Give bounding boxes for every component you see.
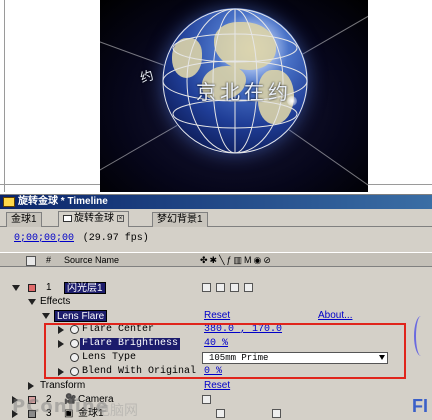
fx-switch[interactable] — [202, 283, 211, 292]
layer-name[interactable]: 闪光层1 — [64, 282, 106, 294]
label-color-swatch[interactable] — [28, 284, 36, 292]
transform-group-row[interactable]: Transform Reset — [0, 379, 432, 393]
composition-icon — [3, 197, 15, 207]
close-icon[interactable]: × — [117, 214, 124, 222]
current-time-display[interactable]: 0;00;00;00 — [14, 233, 74, 244]
tab-dream-background[interactable]: 梦幻背景1 — [152, 212, 208, 227]
frame-guide-bottom-right — [368, 184, 432, 185]
effect-name[interactable]: Lens Flare — [54, 310, 108, 322]
motion-blur-switch[interactable] — [272, 409, 281, 418]
number-column-header[interactable]: # — [46, 254, 51, 267]
switches-column-icons[interactable]: ✤✱╲ƒ▥M◉⊘ — [200, 255, 273, 266]
layer-column-header: # Source Name ✤✱╲ƒ▥M◉⊘ — [0, 252, 432, 267]
effect-row[interactable]: Lens Flare Reset About... — [0, 309, 432, 323]
label-column-icon[interactable] — [26, 254, 36, 267]
effect-reset-link[interactable]: Reset — [204, 309, 230, 323]
tab-rotating-globe[interactable]: 旋转金球 × — [58, 211, 129, 227]
chevron-right-icon[interactable] — [28, 382, 34, 390]
motion-blur-switch[interactable] — [244, 283, 253, 292]
highlight-annotation — [44, 323, 406, 379]
timeline-panel: 旋转金球 * Timeline 金球1 旋转金球 × 梦幻背景1 0;00;00;… — [0, 194, 432, 420]
quality-switch[interactable] — [216, 409, 225, 418]
tab-label: 金球1 — [11, 214, 37, 225]
transform-label: Transform — [40, 380, 86, 391]
globe-caption-left: 约 — [138, 68, 156, 87]
decorative-swirl — [414, 316, 428, 356]
fx-switch[interactable] — [202, 395, 211, 404]
chevron-down-icon[interactable] — [42, 313, 50, 319]
composition-canvas[interactable]: 约 京北在约 — [100, 0, 368, 192]
effects-label: Effects — [40, 296, 71, 307]
effects-group-row[interactable]: Effects — [0, 295, 432, 309]
composition-tabs: 金球1 旋转金球 × 梦幻背景1 — [0, 211, 432, 227]
transform-reset-link[interactable]: Reset — [204, 379, 230, 393]
globe-caption-right: 京北在约 — [196, 80, 292, 104]
watermark-logo: PConline — [12, 396, 109, 417]
layer-row[interactable]: 1 闪光层1 — [0, 281, 432, 295]
window-title: 旋转金球 * Timeline — [18, 196, 108, 207]
corner-logo: FI — [412, 396, 428, 416]
source-name-column-header[interactable]: Source Name — [64, 254, 119, 267]
tab-gold-ball[interactable]: 金球1 — [6, 212, 42, 227]
composition-icon — [63, 214, 72, 222]
layer-number: 1 — [46, 282, 52, 293]
frame-rate-label: (29.97 fps) — [82, 233, 149, 244]
timeline-title-bar[interactable]: 旋转金球 * Timeline — [0, 195, 432, 209]
effects-switch[interactable] — [230, 283, 239, 292]
quality-switch[interactable] — [216, 283, 225, 292]
chevron-down-icon[interactable] — [12, 285, 20, 291]
frame-guide-bottom-left — [0, 184, 100, 185]
chevron-down-icon[interactable] — [28, 299, 36, 305]
tab-label: 梦幻背景1 — [157, 214, 203, 225]
frame-guide-left — [4, 0, 5, 192]
timecode-row: 0;00;00;00 (29.97 fps) — [0, 230, 432, 246]
watermark-text: 电脑网 — [96, 403, 138, 419]
composition-preview: 约 京北在约 — [0, 0, 432, 194]
effect-about-link[interactable]: About... — [318, 309, 352, 323]
tab-label: 旋转金球 — [74, 213, 114, 224]
